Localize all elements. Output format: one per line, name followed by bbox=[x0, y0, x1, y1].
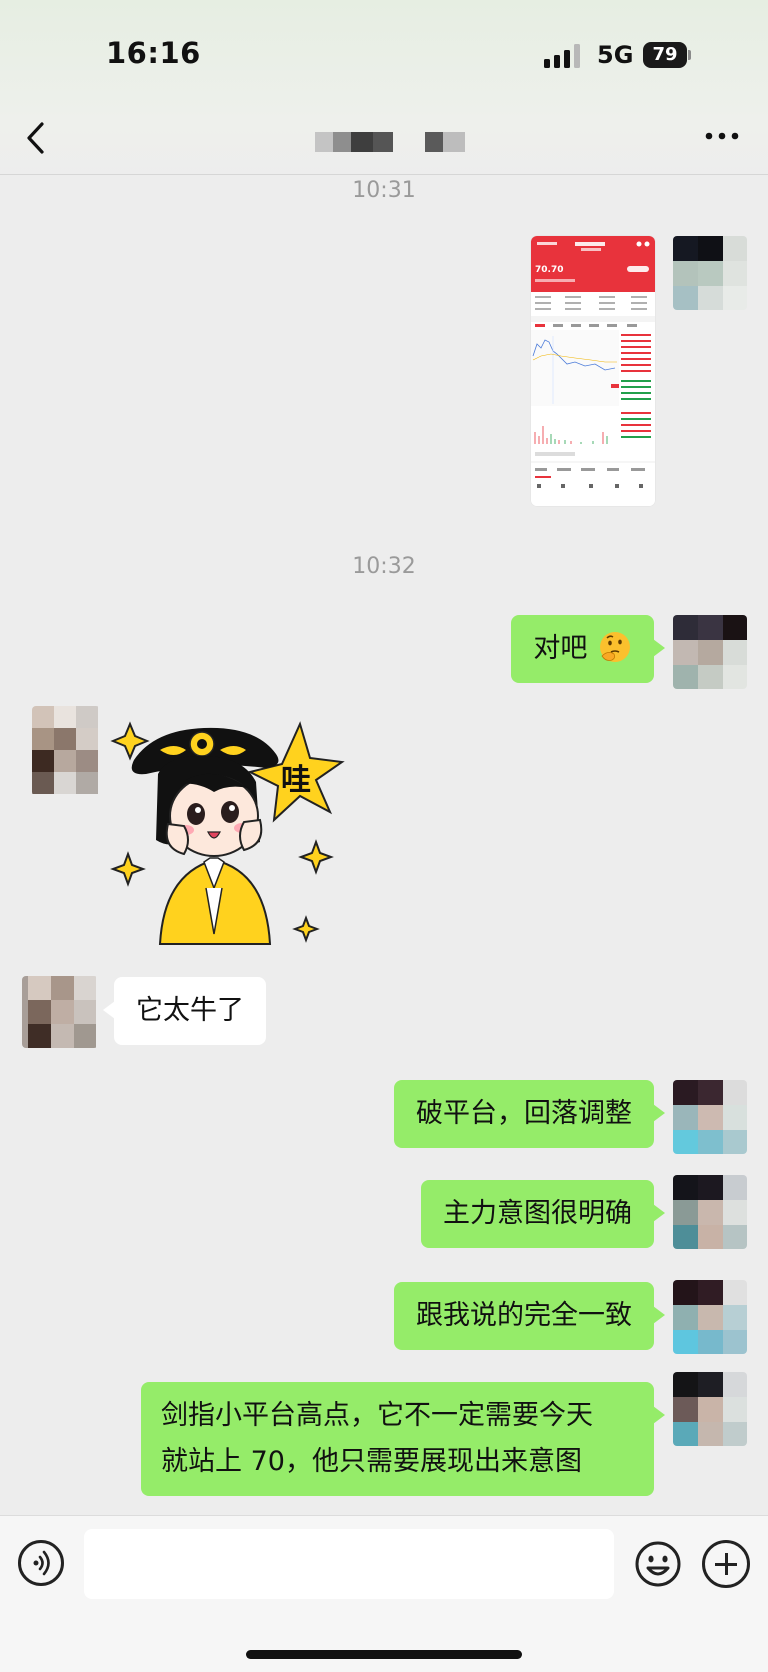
sticker-text: 哇 bbox=[281, 763, 311, 798]
message-bubble-sent[interactable]: 对吧 bbox=[511, 615, 665, 683]
avatar-self[interactable] bbox=[673, 615, 747, 689]
chat-title-blurred bbox=[315, 130, 470, 154]
thinking-face-emoji bbox=[600, 632, 630, 662]
message-text: 它太牛了 bbox=[136, 995, 244, 1026]
status-bar: 16:16 5G 79 bbox=[0, 0, 768, 100]
chevron-left-icon bbox=[27, 122, 44, 154]
emoji-button[interactable] bbox=[634, 1540, 682, 1588]
message-bubble-sent[interactable]: 破平台，回落调整 bbox=[394, 1080, 665, 1148]
message-text: 对吧 bbox=[533, 633, 588, 664]
image-message-stock-screenshot[interactable]: 70.70 bbox=[531, 236, 655, 506]
avatar-self[interactable] bbox=[673, 1372, 747, 1446]
message-text: 跟我说的完全一致 bbox=[416, 1300, 632, 1331]
back-button[interactable] bbox=[22, 118, 52, 158]
avatar-self[interactable] bbox=[673, 1280, 747, 1354]
avatar-contact[interactable] bbox=[22, 976, 98, 1048]
message-text-line: 剑指小平台高点，它不一定需要今天 bbox=[161, 1400, 593, 1431]
sticker-girl-wow[interactable]: 哇 bbox=[110, 714, 350, 954]
message-bubble-sent[interactable]: 剑指小平台高点，它不一定需要今天 就站上 70，他只需要展现出来意图 bbox=[141, 1382, 665, 1496]
message-bubble-sent[interactable]: 主力意图很明确 bbox=[421, 1180, 665, 1248]
message-text-line: 就站上 70，他只需要展现出来意图 bbox=[161, 1446, 582, 1477]
timestamp: 10:32 bbox=[352, 554, 416, 579]
voice-icon bbox=[33, 1550, 50, 1576]
message-bubble-sent[interactable]: 跟我说的完全一致 bbox=[394, 1282, 665, 1350]
status-time: 16:16 bbox=[106, 36, 201, 70]
avatar-self[interactable] bbox=[673, 1175, 747, 1249]
more-button[interactable] bbox=[702, 126, 742, 146]
message-input[interactable] bbox=[84, 1529, 614, 1599]
message-text: 破平台，回落调整 bbox=[416, 1098, 632, 1129]
timestamp: 10:31 bbox=[352, 178, 416, 203]
avatar-contact[interactable] bbox=[32, 706, 100, 796]
avatar-self[interactable] bbox=[673, 1080, 747, 1154]
signal-icon bbox=[544, 44, 584, 68]
voice-button[interactable] bbox=[18, 1540, 64, 1586]
emoji-icon bbox=[635, 1541, 681, 1587]
message-bubble-received[interactable]: 它太牛了 bbox=[103, 977, 266, 1045]
thumb-price: 70.70 bbox=[535, 265, 563, 275]
message-text: 主力意图很明确 bbox=[443, 1198, 632, 1229]
battery-level: 79 bbox=[643, 42, 687, 68]
home-indicator bbox=[246, 1650, 522, 1659]
more-dots-icon bbox=[705, 132, 739, 140]
avatar-self[interactable] bbox=[673, 236, 747, 310]
network-type: 5G bbox=[597, 41, 634, 69]
input-bar bbox=[0, 1515, 768, 1672]
chat-header bbox=[0, 100, 768, 175]
plus-button[interactable] bbox=[702, 1540, 750, 1588]
battery-icon: 79 bbox=[643, 42, 691, 68]
